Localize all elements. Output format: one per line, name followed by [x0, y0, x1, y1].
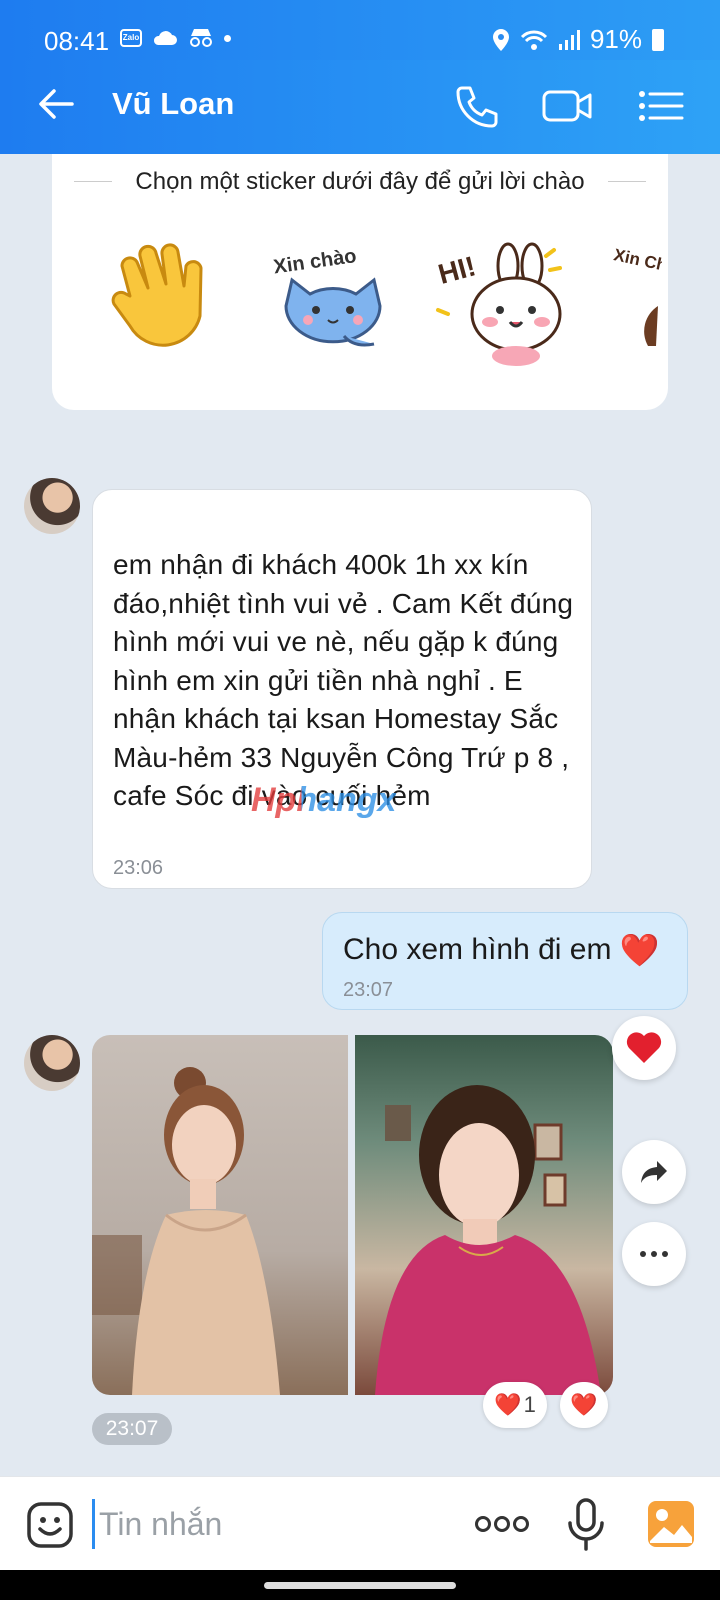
home-gesture-pill[interactable] — [264, 1582, 456, 1589]
message-time: 23:07 — [343, 979, 394, 1001]
photo-woman-beige-dress — [92, 1067, 280, 1395]
video-call-icon[interactable] — [542, 82, 594, 130]
message-input-bar — [0, 1476, 720, 1570]
sticker-panel-title: Chọn một sticker dưới đây để gửi lời chà… — [135, 168, 585, 195]
zalo-icon: Zalo — [120, 29, 142, 47]
waving-hand-sticker[interactable] — [100, 236, 230, 366]
menu-list-icon[interactable] — [634, 82, 686, 130]
microphone-icon[interactable] — [566, 1497, 606, 1553]
sticker-text: Xin Chà — [612, 245, 662, 277]
back-arrow-icon[interactable] — [34, 82, 78, 126]
divider-line — [608, 181, 646, 182]
watermark: Hphangx — [251, 781, 397, 819]
wifi-icon — [520, 30, 548, 50]
image-gallery-icon[interactable] — [646, 1499, 696, 1549]
battery-icon — [652, 28, 664, 51]
status-right-icons: 91% — [492, 24, 664, 55]
sticker-greeting-panel: Chọn một sticker dưới đây để gửi lời chà… — [52, 154, 668, 410]
forward-button[interactable] — [622, 1140, 686, 1204]
system-navigation-bar — [0, 1570, 720, 1600]
heart-icon — [626, 1032, 662, 1063]
chat-header: Vũ Loan — [0, 60, 720, 154]
more-button[interactable] — [622, 1222, 686, 1286]
share-arrow-icon — [641, 1161, 667, 1183]
heart-emoji: ❤️ — [494, 1392, 522, 1417]
sticker-text: Xin chào — [272, 245, 358, 278]
incognito-icon — [190, 29, 212, 47]
signal-icon — [558, 29, 580, 50]
xin-chao-partial-sticker[interactable]: Xin Chà — [602, 236, 662, 366]
photo-woman-pink-top — [375, 1085, 601, 1395]
avatar[interactable] — [24, 478, 80, 534]
cloud-icon — [153, 31, 177, 45]
sticker-text: HI! — [435, 250, 479, 290]
photo-thumbnail[interactable] — [92, 1035, 348, 1395]
message-input[interactable] — [92, 1499, 452, 1549]
location-icon — [492, 28, 509, 51]
hi-bunny-sticker[interactable]: HI! — [434, 236, 564, 366]
dot-icon — [224, 34, 231, 42]
more-dots-icon — [640, 1251, 668, 1257]
photo-thumbnail[interactable] — [355, 1035, 613, 1395]
status-time: 08:41 — [44, 26, 110, 56]
more-options-icon[interactable] — [474, 1515, 530, 1533]
outgoing-message-bubble[interactable]: Cho xem hình đi em ❤️ 23:07 — [322, 912, 688, 1010]
battery-percent: 91% — [589, 24, 642, 54]
contact-name[interactable]: Vũ Loan — [112, 86, 234, 122]
reaction-count-pill[interactable]: ❤️ 1 — [483, 1382, 547, 1428]
incoming-message-bubble[interactable]: em nhận đi khách 400k 1h xx kín đáo,nhiệ… — [92, 489, 592, 889]
message-time: 23:07 — [92, 1413, 172, 1445]
avatar[interactable] — [24, 1035, 80, 1091]
message-text: Cho xem hình đi em ❤️ — [343, 931, 660, 969]
heart-emoji: ❤️ — [570, 1392, 598, 1417]
status-left-icons: Zalo — [120, 28, 231, 48]
xin-chao-cat-sticker[interactable]: Xin chào — [268, 236, 398, 366]
emoji-sticker-icon[interactable] — [26, 1501, 74, 1549]
status-bar: 08:41 Zalo 91% — [0, 0, 720, 60]
message-time: 23:06 — [113, 857, 164, 879]
message-text: em nhận đi khách 400k 1h xx kín đáo,nhiệ… — [113, 549, 574, 811]
reaction-pill[interactable]: ❤️ — [560, 1382, 608, 1428]
phone-icon[interactable] — [452, 82, 504, 130]
heart-emoji: ❤️ — [619, 932, 660, 968]
reaction-count: 1 — [523, 1392, 536, 1417]
message-text-body: Cho xem hình đi em — [343, 933, 612, 966]
react-button[interactable] — [612, 1016, 676, 1080]
